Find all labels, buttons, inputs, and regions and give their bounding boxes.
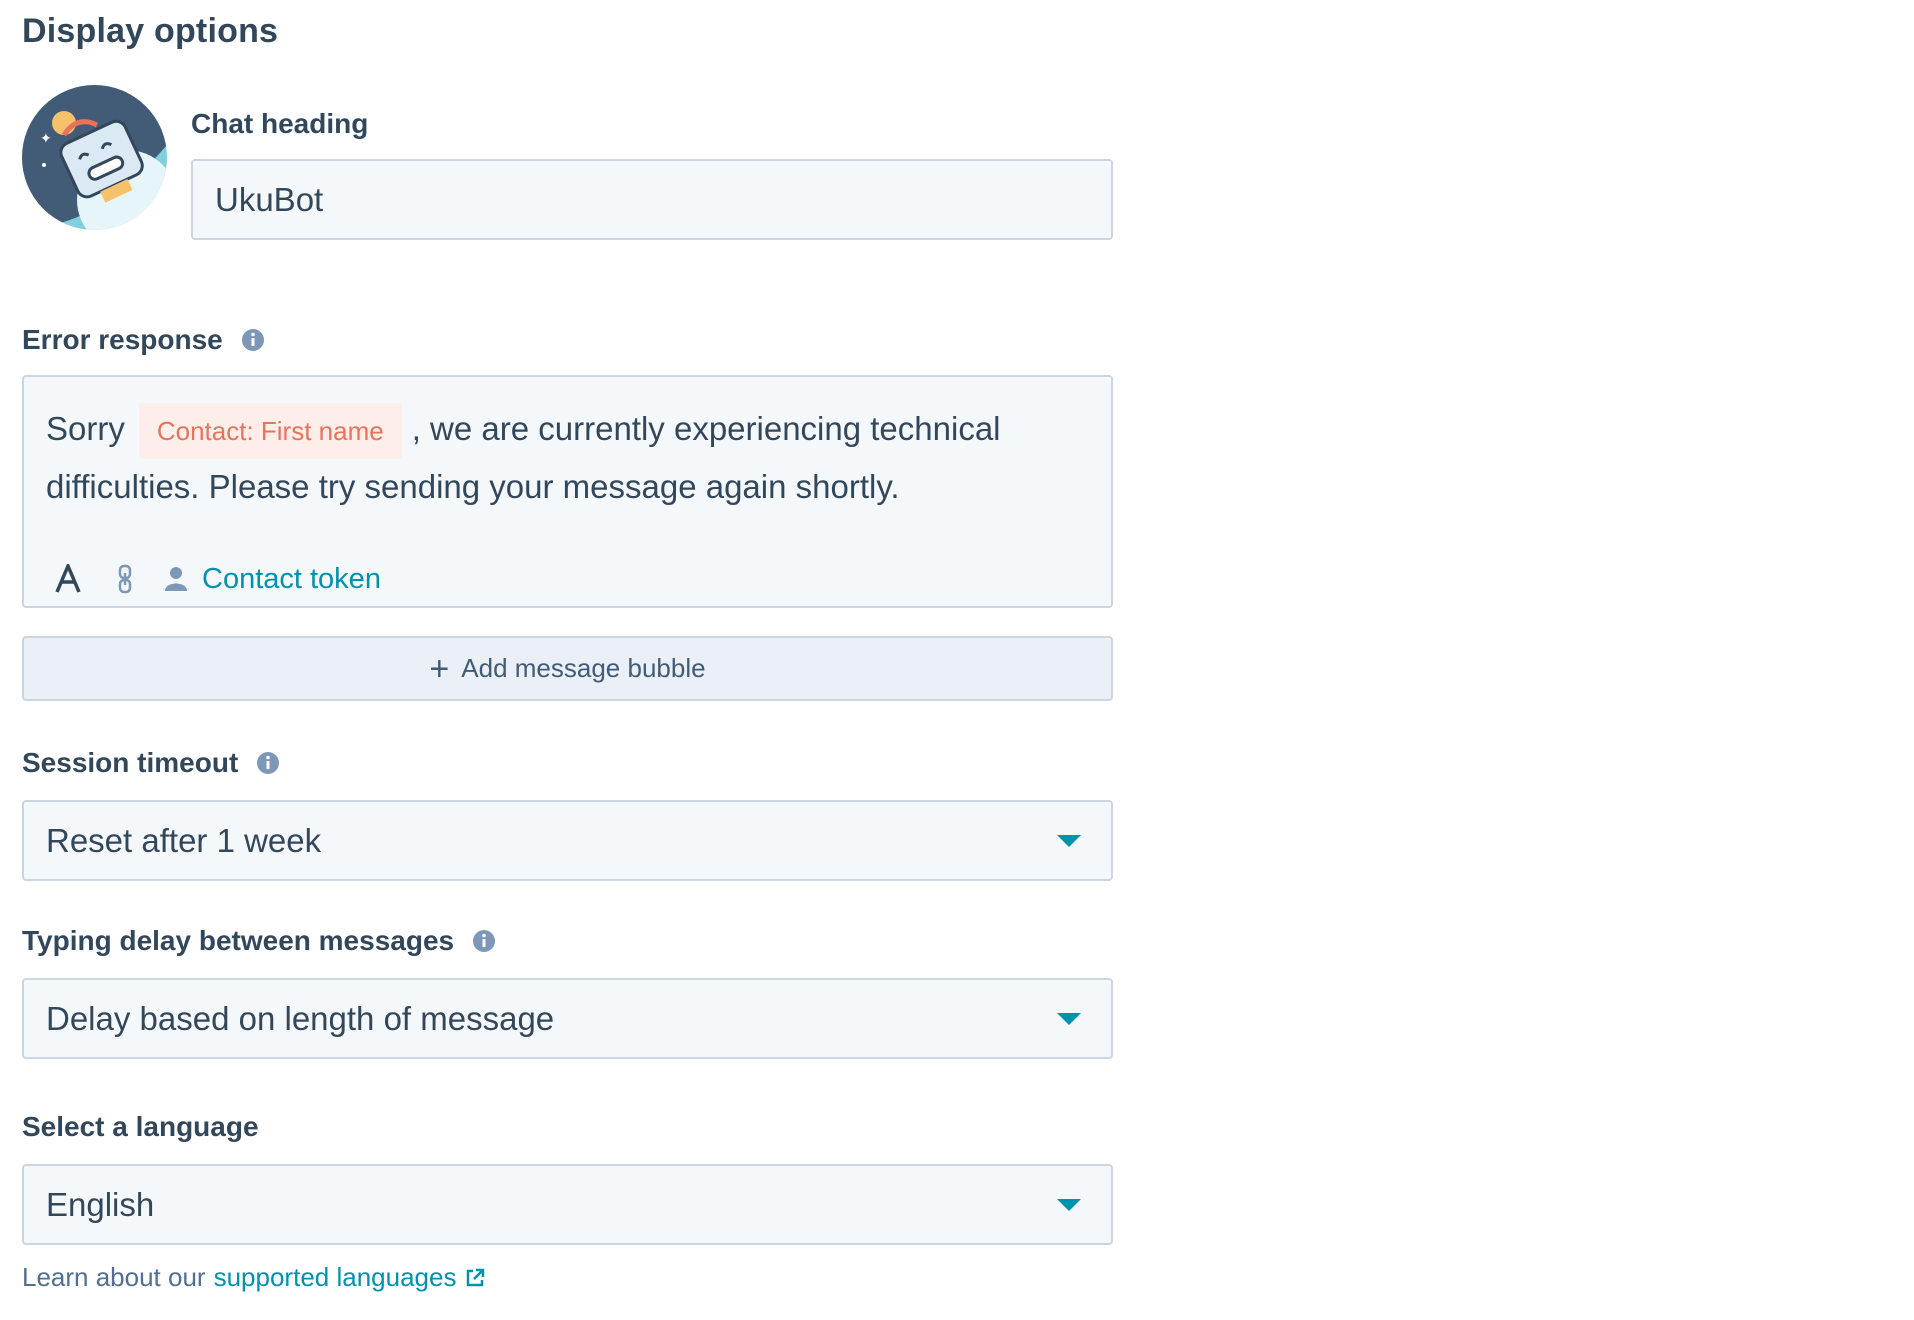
text-format-icon: [55, 564, 81, 593]
contact-token-button[interactable]: Contact token: [164, 563, 381, 596]
error-text-before: Sorry: [46, 410, 125, 447]
chat-heading-input[interactable]: UkuBot: [191, 159, 1113, 240]
session-timeout-label: Session timeout: [22, 747, 280, 779]
error-response-editor[interactable]: Sorry Contact: First name, we are current…: [22, 375, 1113, 608]
error-response-label: Error response: [22, 324, 265, 356]
language-help-text: Learn about our supported languages: [22, 1262, 486, 1293]
section-title: Display options: [22, 12, 279, 50]
contact-token-label: Contact token: [202, 562, 381, 595]
robot-avatar-icon: ✦: [22, 85, 167, 230]
contact-first-name-token[interactable]: Contact: First name: [138, 403, 402, 459]
error-response-label-text: Error response: [22, 324, 223, 355]
supported-languages-link[interactable]: supported languages: [214, 1262, 457, 1293]
chat-heading-value: UkuBot: [215, 180, 324, 218]
info-icon[interactable]: [241, 328, 265, 352]
typing-delay-label-text: Typing delay between messages: [22, 925, 455, 956]
session-timeout-value: Reset after 1 week: [46, 821, 322, 859]
svg-text:✦: ✦: [40, 131, 52, 147]
typing-delay-select[interactable]: Delay based on length of message: [22, 978, 1113, 1059]
plus-icon: +: [429, 649, 450, 688]
typing-delay-label: Typing delay between messages: [22, 925, 496, 957]
contact-person-icon: [165, 567, 187, 591]
error-response-text[interactable]: Sorry Contact: First name, we are current…: [46, 401, 1076, 515]
language-label: Select a language: [22, 1111, 259, 1142]
typing-delay-value: Delay based on length of message: [46, 999, 555, 1037]
bot-avatar[interactable]: ✦: [22, 85, 167, 230]
session-timeout-label-text: Session timeout: [22, 747, 239, 778]
external-link-icon[interactable]: [464, 1267, 486, 1289]
insert-link-button[interactable]: [116, 564, 134, 594]
info-icon[interactable]: [256, 751, 280, 775]
text-style-button[interactable]: [54, 564, 82, 594]
chat-heading-label: Chat heading: [191, 108, 369, 139]
add-message-bubble-label: Add message bubble: [461, 653, 706, 683]
add-message-bubble-button[interactable]: + Add message bubble: [22, 636, 1113, 701]
chevron-down-icon: [1057, 834, 1081, 847]
chevron-down-icon: [1057, 1198, 1081, 1211]
language-select[interactable]: English: [22, 1164, 1113, 1245]
help-text: Learn about our: [22, 1262, 206, 1292]
info-icon[interactable]: [472, 929, 496, 953]
editor-toolbar: Contact token: [54, 555, 381, 603]
session-timeout-select[interactable]: Reset after 1 week: [22, 800, 1113, 881]
link-icon: [118, 564, 132, 594]
language-value: English: [46, 1185, 155, 1223]
chevron-down-icon: [1057, 1012, 1081, 1025]
